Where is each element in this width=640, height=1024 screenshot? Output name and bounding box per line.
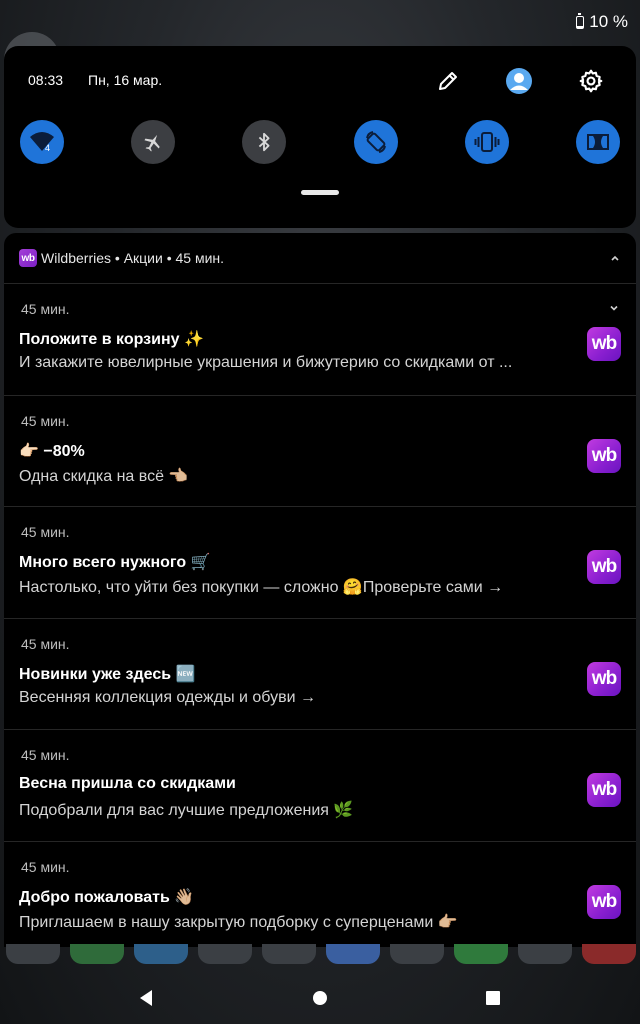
- quick-settings-panel: 08:33 Пн, 16 мар. 4: [4, 46, 636, 228]
- android-screen: 10 % 08:33 Пн, 16 мар. 4 wb Wildberries …: [0, 0, 640, 1024]
- recents-button[interactable]: [481, 986, 505, 1010]
- wildberries-icon: wb: [587, 773, 621, 807]
- notification-title: 👉🏻 −80%: [19, 442, 85, 460]
- dock-app: [6, 944, 60, 964]
- date: Пн, 16 мар.: [88, 72, 163, 88]
- notification-time: 45 мин.: [21, 858, 70, 875]
- chevron-up-icon[interactable]: [608, 251, 622, 265]
- battery-percent: 10 %: [589, 12, 628, 31]
- navigation-bar: [0, 972, 640, 1024]
- dock-app: [70, 944, 124, 964]
- dock-app: [262, 944, 316, 964]
- recents-icon: [486, 991, 500, 1005]
- settings-button[interactable]: [574, 64, 608, 98]
- notification-item[interactable]: 45 мин. Добро пожаловать 👋🏼 Приглашаем в…: [4, 842, 636, 948]
- notification-time: 45 мин.: [21, 301, 70, 317]
- notification-item[interactable]: 45 мин. Новинки уже здесь 🆕 Весенняя кол…: [4, 619, 636, 730]
- notification-text: Подобрали для вас лучшие предложения 🌿: [19, 802, 354, 819]
- tile-wifi[interactable]: 4: [20, 120, 64, 164]
- notification-time: 45 мин.: [21, 635, 70, 652]
- user-avatar-icon: [506, 68, 532, 94]
- tile-airplane[interactable]: [131, 120, 175, 164]
- notification-group-wildberries: wb Wildberries • Акции • 45 мин. 45 мин.…: [4, 233, 636, 947]
- svg-text:4: 4: [45, 143, 50, 153]
- wildberries-icon: wb: [587, 327, 621, 361]
- dock-app: [134, 944, 188, 964]
- back-icon: [140, 990, 152, 1006]
- airplane-mode-icon: [144, 134, 160, 152]
- notification-title: Много всего нужного 🛒: [19, 554, 211, 571]
- wildberries-icon: wb: [587, 550, 621, 584]
- notification-item[interactable]: 45 мин. Много всего нужного 🛒 Настолько,…: [4, 507, 636, 619]
- wildberries-app-icon: wb: [19, 249, 37, 267]
- vibrate-icon: [474, 132, 500, 152]
- notification-time: 45 мин.: [21, 524, 70, 540]
- home-dock-peek: [0, 944, 640, 968]
- back-button[interactable]: [134, 986, 158, 1010]
- notification-item[interactable]: 45 мин. Положите в корзину ✨ И закажите …: [4, 284, 636, 396]
- dock-app: [454, 944, 508, 964]
- tile-auto-rotate[interactable]: [354, 120, 398, 164]
- tile-dolby[interactable]: [576, 120, 620, 164]
- notification-text: Настолько, что уйти без покупки — сложно…: [19, 579, 504, 596]
- status-bar: 10 %: [0, 0, 640, 44]
- notification-group-title: Wildberries • Акции • 45 мин.: [41, 250, 225, 266]
- notification-title: Добро пожаловать 👋🏼: [19, 888, 195, 906]
- wifi-icon: 4: [30, 132, 54, 153]
- notification-text: Приглашаем в нашу закрытую подборку с су…: [19, 913, 458, 931]
- gear-icon: [579, 69, 603, 93]
- dolby-icon: [587, 134, 609, 150]
- wildberries-icon: wb: [587, 661, 621, 696]
- notification-time: 45 мин.: [21, 747, 70, 763]
- home-icon: [313, 991, 327, 1005]
- pencil-icon: [439, 72, 457, 90]
- notification-group-header[interactable]: wb Wildberries • Акции • 45 мин.: [4, 233, 636, 284]
- tile-bluetooth[interactable]: [242, 120, 286, 164]
- wildberries-icon: wb: [587, 438, 621, 473]
- dock-app: [518, 944, 572, 964]
- edit-button[interactable]: [431, 64, 465, 98]
- quick-settings-tiles: 4: [4, 120, 636, 164]
- panel-drag-handle[interactable]: [301, 190, 339, 195]
- clock: 08:33: [28, 72, 64, 88]
- notification-text: Одна скидка на всё 👈🏼: [19, 467, 189, 485]
- tile-vibrate[interactable]: [465, 120, 509, 164]
- quick-settings-header: 08:33 Пн, 16 мар.: [4, 64, 636, 98]
- notification-title: Новинки уже здесь 🆕: [19, 665, 196, 683]
- user-button[interactable]: [502, 64, 536, 98]
- chevron-down-icon[interactable]: [608, 302, 620, 314]
- notification-title: Весна пришла со скидками: [19, 775, 236, 792]
- dock-app: [390, 944, 444, 964]
- bluetooth-icon: [258, 132, 270, 152]
- auto-rotate-icon: [366, 131, 386, 153]
- notification-time: 45 мин.: [21, 412, 70, 429]
- notification-item[interactable]: 45 мин. 👉🏻 −80% Одна скидка на всё 👈🏼 wb: [4, 396, 636, 507]
- dock-app: [326, 944, 380, 964]
- notification-item[interactable]: 45 мин. Весна пришла со скидками Подобра…: [4, 730, 636, 842]
- notification-title: Положите в корзину ✨: [19, 331, 204, 348]
- wildberries-icon: wb: [587, 884, 621, 919]
- home-button[interactable]: [308, 986, 332, 1010]
- dock-app: [198, 944, 252, 964]
- battery-icon: [576, 12, 585, 29]
- dock-app: [582, 944, 636, 964]
- notification-text: И закажите ювелирные украшения и бижутер…: [19, 354, 513, 371]
- notification-text: Весенняя коллекция одежды и обуви →: [19, 688, 316, 706]
